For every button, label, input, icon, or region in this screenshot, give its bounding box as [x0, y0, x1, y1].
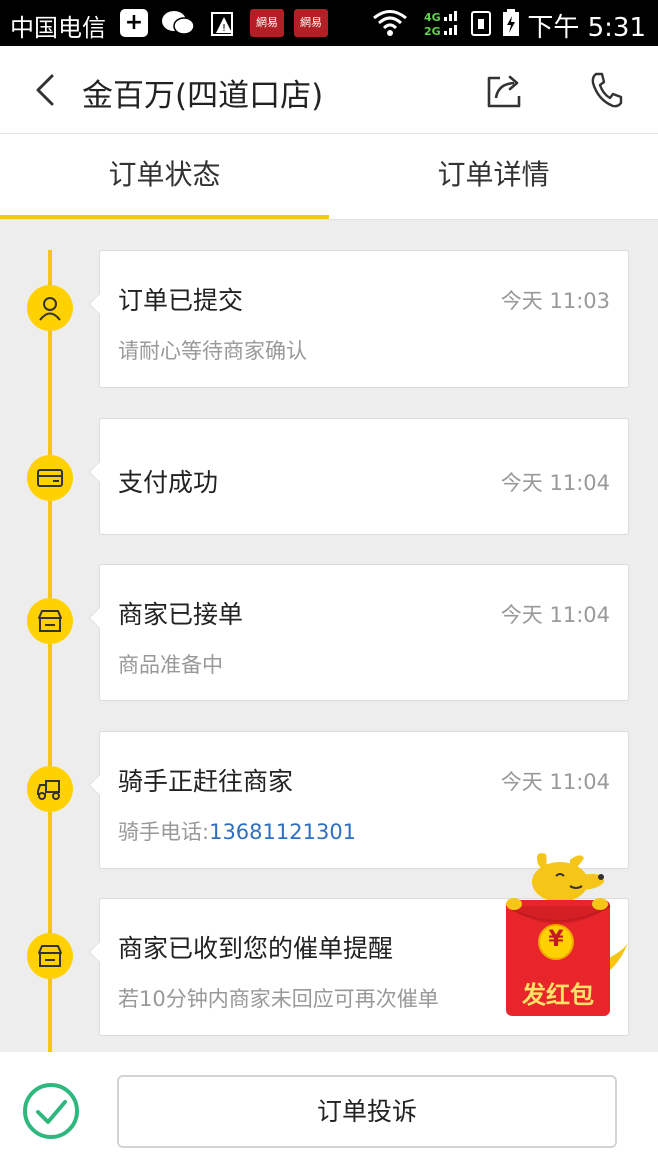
plus-notification-icon: +	[120, 9, 148, 37]
rider-phone-link[interactable]: 13681121301	[209, 820, 356, 844]
signal-icon: 4G 2G	[424, 9, 464, 38]
store-icon	[27, 933, 73, 979]
tab-order-detail[interactable]: 订单详情	[329, 134, 658, 220]
step-time: 今天 11:04	[500, 603, 610, 627]
svg-text:4G: 4G	[424, 11, 441, 24]
netease-app-icon: 網易	[250, 9, 284, 37]
step-title: 订单已提交	[118, 286, 244, 315]
step-subtitle: 若10分钟内商家未回应可再次催单	[118, 987, 439, 1011]
svg-text:!: !	[222, 23, 226, 34]
step-title: 商家已收到您的催单提醒	[118, 934, 394, 963]
svg-text:2G: 2G	[424, 25, 441, 37]
page-title: 金百万(四道口店)	[82, 78, 324, 114]
sim-icon	[471, 11, 491, 36]
yuan-symbol: ¥	[548, 927, 564, 952]
store-icon	[27, 598, 73, 644]
wifi-icon	[373, 10, 407, 36]
bottom-bar: 订单投诉	[0, 1052, 658, 1170]
timeline-card: 骑手正赶往商家 今天 11:04 骑手电话:13681121301	[89, 731, 629, 869]
battery-icon	[503, 9, 519, 36]
phone-icon[interactable]	[588, 70, 624, 110]
step-time: 今天 11:04	[500, 471, 610, 495]
rider-phone-label: 骑手电话:	[118, 820, 210, 844]
active-tab-indicator	[0, 215, 329, 219]
timeline-card: 支付成功 今天 11:04	[89, 418, 629, 535]
step-subtitle: 骑手电话:13681121301	[118, 816, 356, 846]
user-icon	[27, 285, 73, 331]
card-icon	[27, 455, 73, 501]
step-title: 支付成功	[118, 468, 219, 497]
step-title: 商家已接单	[118, 600, 244, 629]
netease-app-icon: 網易	[294, 9, 328, 37]
app-header: 金百万(四道口店)	[0, 46, 658, 134]
tab-order-status[interactable]: 订单状态	[0, 134, 329, 220]
wechat-icon	[162, 11, 195, 35]
order-complaint-button[interactable]: 订单投诉	[117, 1075, 617, 1148]
delivery-truck-icon	[27, 766, 73, 812]
tab-bar: 订单状态 订单详情	[0, 134, 658, 220]
step-time: 今天 11:03	[500, 289, 610, 313]
red-packet-label: 发红包	[522, 981, 594, 1009]
warning-icon: !	[211, 12, 233, 36]
status-bar: 中国电信 + ! 網易 網易 4G 2G 下午 5:31	[0, 0, 658, 46]
step-time: 今天 11:04	[500, 770, 610, 794]
share-icon[interactable]	[484, 70, 524, 110]
clock: 下午 5:31	[527, 13, 646, 43]
check-circle-icon	[23, 1083, 79, 1139]
red-packet-button[interactable]: ¥ 发红包	[500, 850, 630, 1020]
step-subtitle: 请耐心等待商家确认	[118, 339, 307, 363]
timeline-card: 订单已提交 今天 11:03 请耐心等待商家确认	[89, 250, 629, 388]
step-title: 骑手正赶往商家	[118, 767, 294, 796]
timeline-card: 商家已接单 今天 11:04 商品准备中	[89, 564, 629, 701]
step-subtitle: 商品准备中	[118, 653, 223, 677]
carrier-label: 中国电信	[10, 14, 106, 42]
back-arrow-icon[interactable]	[30, 72, 62, 108]
